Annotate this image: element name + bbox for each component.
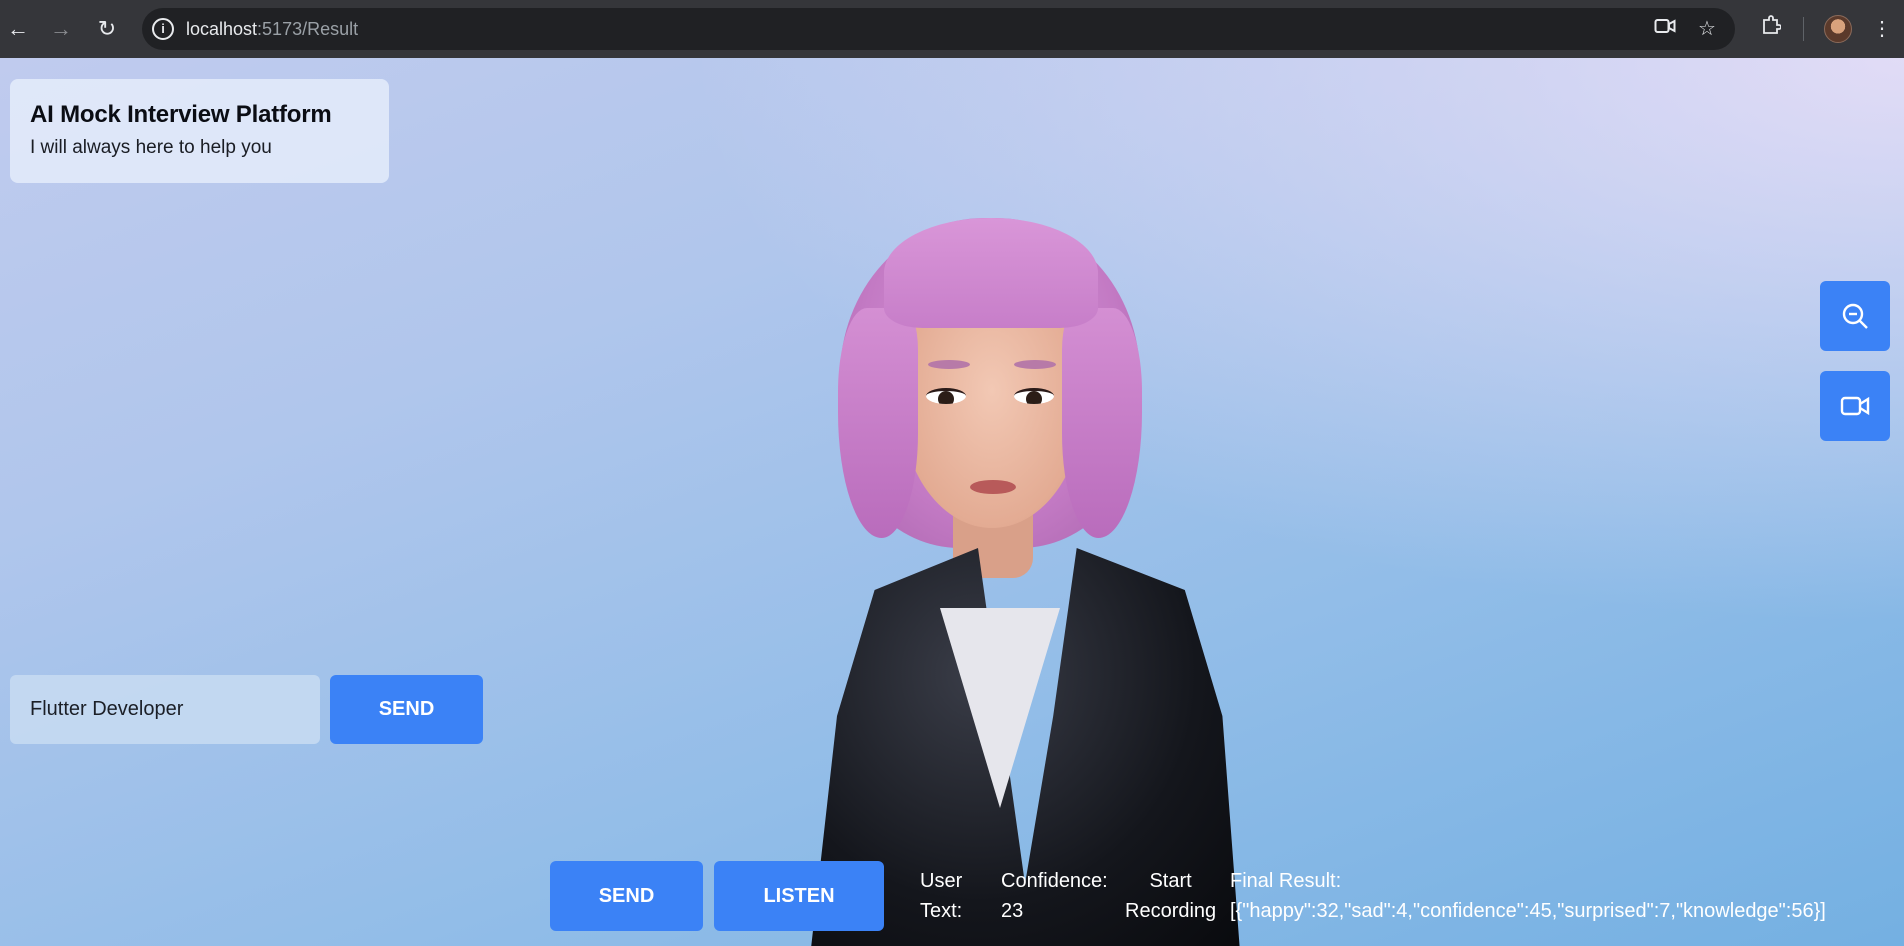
start-recording-toggle[interactable]: Start Recording [1125,866,1216,926]
final-result-readout: Final Result: [{"happy":32,"sad":4,"conf… [1230,866,1826,926]
back-icon[interactable]: ← [3,14,33,44]
star-icon[interactable]: ☆ [1694,16,1720,42]
extensions-icon[interactable] [1756,14,1786,44]
job-send-button[interactable]: SEND [330,675,483,744]
camera-icon[interactable] [1652,16,1678,42]
avatar-lips [970,480,1016,494]
camera-toggle-button[interactable] [1820,371,1890,441]
address-bar[interactable]: i localhost:5173/Result ☆ [142,8,1735,50]
listen-button[interactable]: LISTEN [714,861,884,931]
avatar-eye-right [1014,388,1054,404]
page-title: AI Mock Interview Platform [30,101,332,128]
avatar-eye-left [926,388,966,404]
zoom-out-button[interactable] [1820,281,1890,351]
menu-icon[interactable]: ⋮ [1867,14,1897,44]
site-info-icon[interactable]: i [152,18,174,40]
send-button[interactable]: SEND [550,861,703,931]
title-card: AI Mock Interview Platform I will always… [10,79,389,183]
url-text[interactable]: localhost:5173/Result [186,19,358,40]
confidence-value: 23 [1001,900,1024,922]
interview-page: AI Mock Interview Platform I will always… [0,58,1904,946]
interviewer-avatar [760,218,1280,946]
job-role-input[interactable] [10,675,320,744]
final-result-value: [{"happy":32,"sad":4,"confidence":45,"su… [1230,900,1826,922]
zoom-out-icon [1842,303,1868,329]
page-subtitle: I will always here to help you [30,137,272,158]
confidence-readout: Confidence: 23 [1001,866,1108,926]
profile-avatar[interactable] [1824,15,1852,43]
toolbar-divider [1803,17,1804,41]
reload-icon[interactable]: ↻ [92,14,122,44]
browser-toolbar: ← → ↻ i localhost:5173/Result ☆ ⋮ [0,0,1904,58]
video-camera-icon [1840,396,1870,416]
user-text-readout: User Text: [920,870,963,922]
forward-icon[interactable]: → [46,14,76,44]
